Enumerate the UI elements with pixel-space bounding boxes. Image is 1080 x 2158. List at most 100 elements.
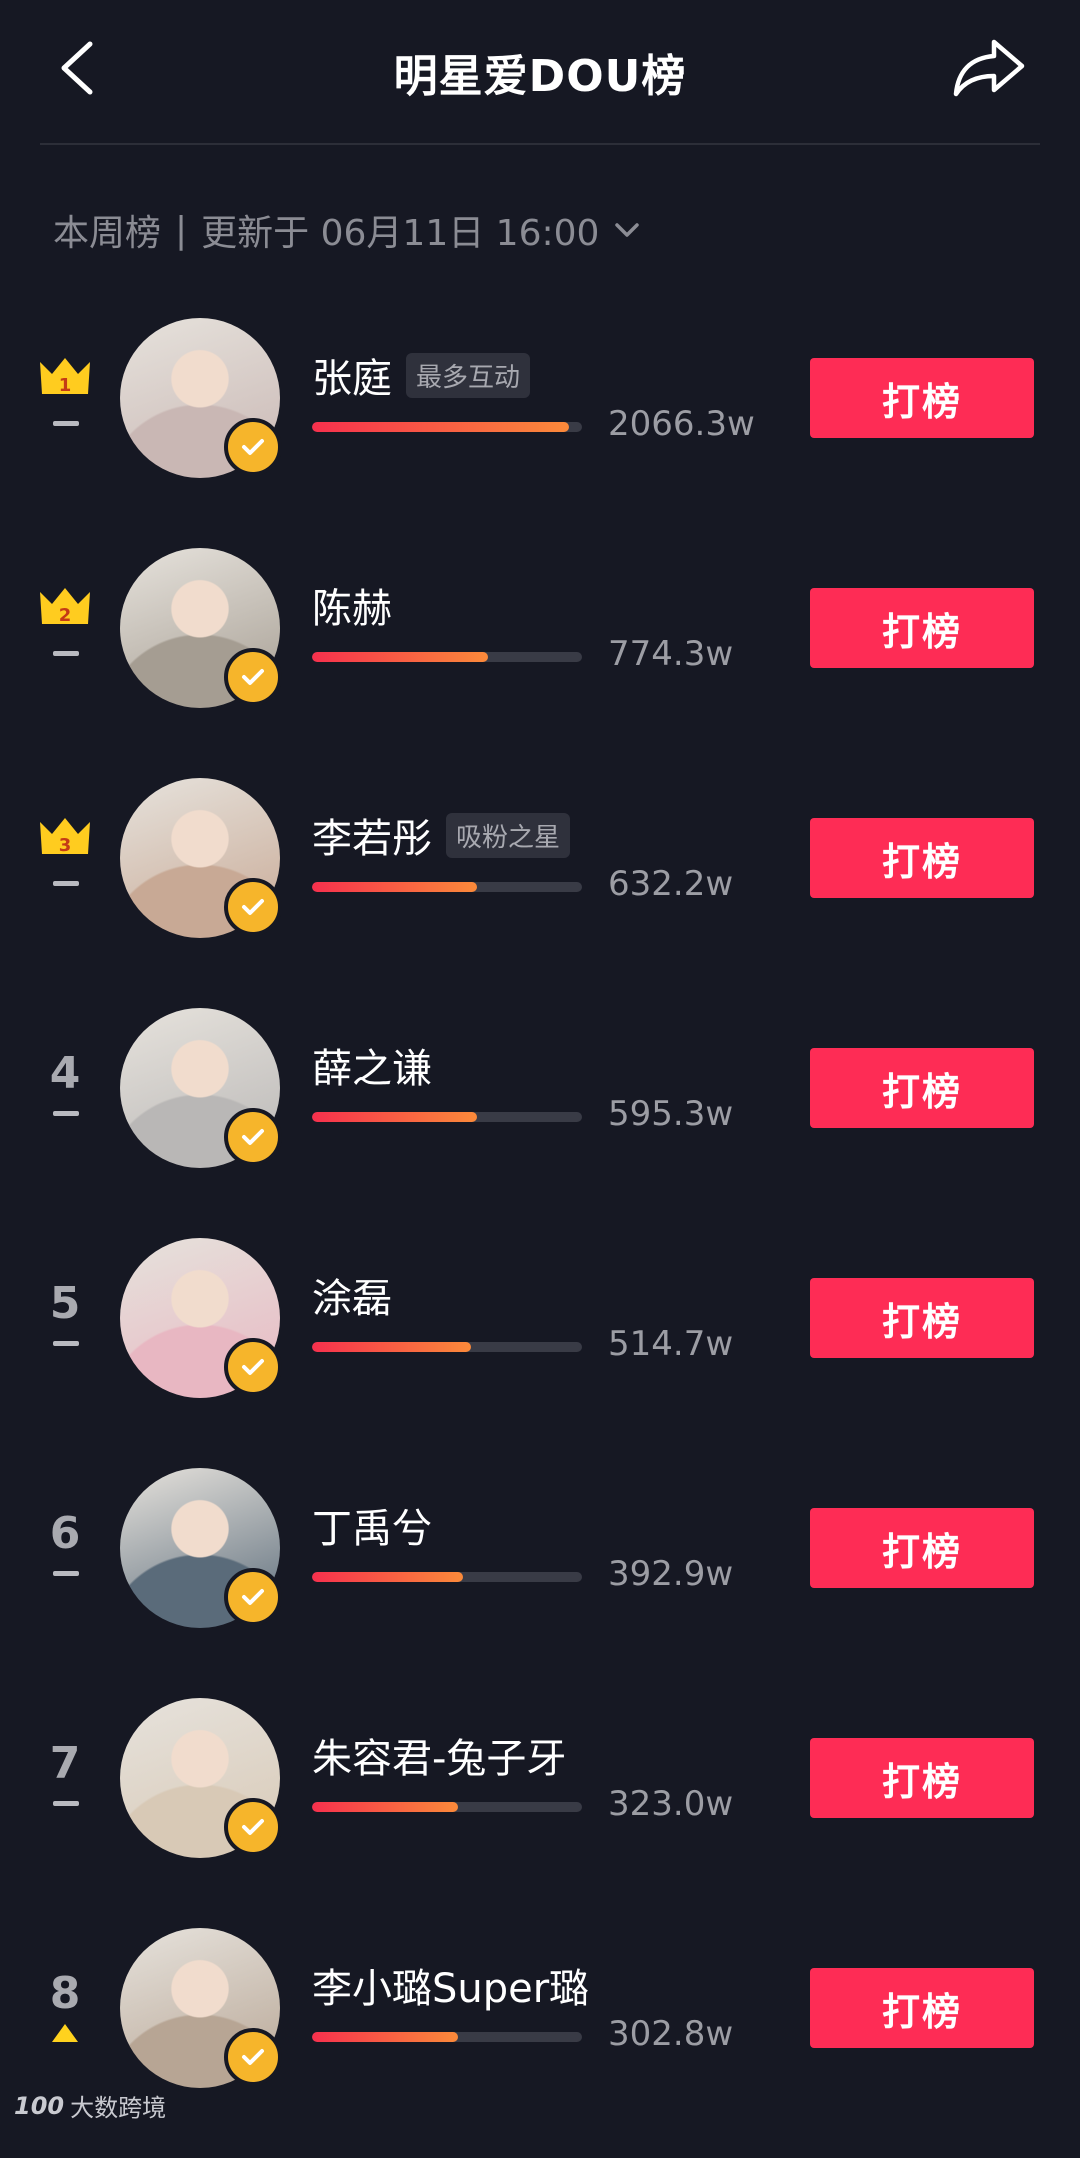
honor-tag: 吸粉之星 [446,812,571,858]
name-line: 李小璐Super璐 [312,1956,589,2014]
rank-number: 6 [49,1508,81,1559]
popularity-bar-fill [312,882,477,892]
celebrity-name: 薛之谦 [312,1046,432,1092]
name-line: 涂磊 [312,1266,392,1324]
popularity-score: 392.9w [608,1554,734,1594]
popularity-bar [312,652,582,662]
popularity-bar [312,1572,582,1582]
crown-icon: 1 [40,358,90,396]
ranking-row[interactable]: 8 李小璐Super璐 302.8w 打榜 [0,1928,1080,2158]
header-divider [40,143,1040,145]
rank-number: 7 [49,1738,81,1789]
period-label: 本周榜 [53,213,162,254]
ranking-row[interactable]: 6 丁禹兮 392.9w 打榜 [0,1468,1080,1698]
verified-check-icon [224,1108,282,1166]
celebrity-name: 李若彤 [312,816,432,862]
ranking-row[interactable]: 1 张庭 最多互动 2066.3w 打榜 [0,318,1080,548]
vote-button[interactable]: 打榜 [810,1048,1034,1128]
period-selector[interactable]: 本周榜 | 更新于 06月11日 16:00 [53,204,641,256]
rank-indicator: 5 [30,1238,100,1398]
popularity-bar [312,1112,582,1122]
popularity-bar-fill [312,1342,472,1352]
celebrity-name: 涂磊 [312,1276,392,1322]
trend-flat-icon [53,1341,79,1346]
verified-check-icon [224,1798,282,1856]
name-line: 陈赫 [312,576,392,634]
watermark-text: 大数跨境 [70,2094,167,2122]
popularity-score: 595.3w [608,1094,734,1134]
rank-indicator: 1 [30,318,100,478]
popularity-bar [312,2032,582,2042]
watermark-logo: 100 [14,2091,65,2120]
popularity-bar [312,882,582,892]
ranking-row[interactable]: 2 陈赫 774.3w 打榜 [0,548,1080,778]
vote-button[interactable]: 打榜 [810,1508,1034,1588]
trend-flat-icon [53,421,79,426]
share-arrow-icon[interactable] [952,34,1028,100]
popularity-bar-fill [312,1112,477,1122]
name-line: 李若彤 吸粉之星 [312,806,571,864]
name-line: 丁禹兮 [312,1496,432,1554]
rank-indicator: 7 [30,1698,100,1858]
celebrity-name: 陈赫 [312,586,392,632]
vote-button[interactable]: 打榜 [810,358,1034,438]
crown-rank: 2 [59,605,72,626]
watermark: 100 大数跨境 [14,2088,166,2123]
name-line: 朱容君-兔子牙 [312,1726,566,1784]
update-time: 更新于 06月11日 16:00 [201,213,600,254]
verified-check-icon [224,1338,282,1396]
vote-button[interactable]: 打榜 [810,588,1034,668]
vote-button[interactable]: 打榜 [810,818,1034,898]
popularity-score: 774.3w [608,634,734,674]
name-line: 薛之谦 [312,1036,432,1094]
vote-button[interactable]: 打榜 [810,1738,1034,1818]
verified-check-icon [224,878,282,936]
rank-number: 8 [49,1968,81,2019]
rank-number: 5 [49,1278,81,1329]
crown-icon: 2 [40,588,90,626]
celebrity-name: 朱容君-兔子牙 [312,1736,567,1782]
celebrity-name: 丁禹兮 [312,1506,432,1552]
rank-indicator: 3 [30,778,100,938]
popularity-bar-fill [312,1802,458,1812]
popularity-bar-fill [312,2032,458,2042]
verified-check-icon [224,648,282,706]
crown-rank: 3 [59,835,72,856]
vote-button[interactable]: 打榜 [810,1968,1034,2048]
vote-button[interactable]: 打榜 [810,1278,1034,1358]
popularity-bar [312,1802,582,1812]
popularity-score: 632.2w [608,864,734,904]
verified-check-icon [224,1568,282,1626]
popularity-bar-fill [312,1572,464,1582]
popularity-score: 323.0w [608,1784,734,1824]
rank-indicator: 4 [30,1008,100,1168]
ranking-row[interactable]: 3 李若彤 吸粉之星 632.2w 打榜 [0,778,1080,1008]
trend-flat-icon [53,1801,79,1806]
ranking-row[interactable]: 7 朱容君-兔子牙 323.0w 打榜 [0,1698,1080,1928]
popularity-score: 2066.3w [608,404,755,444]
popularity-bar [312,1342,582,1352]
popularity-score: 302.8w [608,2014,734,2054]
period-separator: | [175,209,188,251]
name-line: 张庭 最多互动 [312,346,531,404]
popularity-bar-fill [312,652,488,662]
header: 明星爱DOU榜 [0,0,1080,144]
popularity-bar [312,422,582,432]
page-title: 明星爱DOU榜 [393,51,687,102]
ranking-row[interactable]: 4 薛之谦 595.3w 打榜 [0,1008,1080,1238]
trend-flat-icon [53,1571,79,1576]
crown-icon: 3 [40,818,90,856]
trend-flat-icon [53,651,79,656]
popularity-bar-fill [312,422,569,432]
rank-indicator: 6 [30,1468,100,1628]
crown-rank: 1 [59,375,72,396]
trend-flat-icon [53,881,79,886]
ranking-row[interactable]: 5 涂磊 514.7w 打榜 [0,1238,1080,1468]
verified-check-icon [224,418,282,476]
rank-number: 4 [49,1048,81,1099]
trend-flat-icon [53,1111,79,1116]
popularity-score: 514.7w [608,1324,734,1364]
celebrity-name: 李小璐Super璐 [312,1966,590,2012]
verified-check-icon [224,2028,282,2086]
trend-up-icon [52,2024,78,2042]
